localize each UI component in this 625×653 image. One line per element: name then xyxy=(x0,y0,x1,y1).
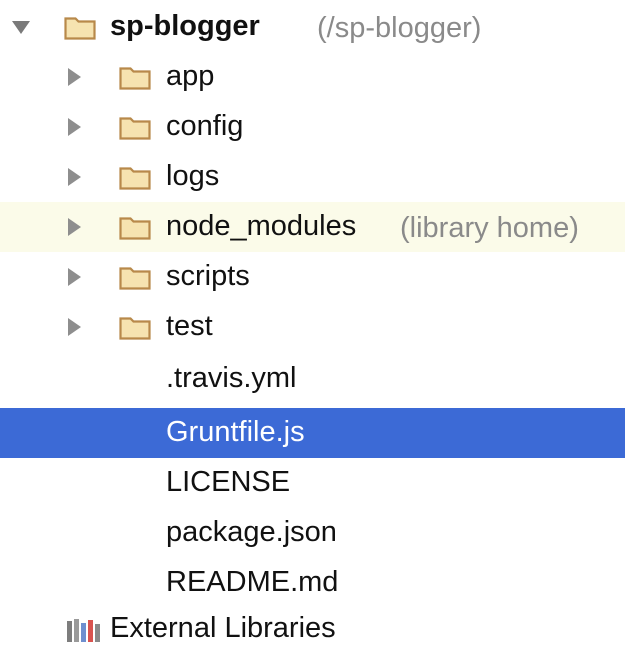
project-tree: sp-blogger (/sp-blogger) app config logs… xyxy=(0,0,625,653)
library-home-hint: (library home) xyxy=(400,212,579,244)
file-label: LICENSE xyxy=(166,466,291,498)
library-icon xyxy=(67,619,100,642)
file-label: package.json xyxy=(166,516,337,548)
tree-row-file-travis[interactable]: .travis.yml xyxy=(0,354,625,404)
folder-label: scripts xyxy=(166,260,250,292)
folder-label: app xyxy=(166,60,215,92)
tree-row-folder-test[interactable]: test xyxy=(0,302,625,352)
tree-row-folder-app[interactable]: app xyxy=(0,52,625,102)
tree-row-folder-config[interactable]: config xyxy=(0,102,625,152)
folder-icon xyxy=(119,67,151,90)
chevron-right-icon[interactable] xyxy=(68,268,81,286)
project-path-hint: (/sp-blogger) xyxy=(317,12,482,44)
folder-icon xyxy=(119,267,151,290)
chevron-down-icon[interactable] xyxy=(12,21,30,34)
tree-row-file-license[interactable]: LICENSE xyxy=(0,458,625,508)
tree-row-external-libraries[interactable]: External Libraries xyxy=(0,604,625,653)
file-label: README.md xyxy=(166,566,339,598)
file-label: Gruntfile.js xyxy=(166,416,305,448)
tree-row-folder-scripts[interactable]: scripts xyxy=(0,252,625,302)
tree-row-file-readme[interactable]: README.md xyxy=(0,558,625,608)
tree-row-project-root[interactable]: sp-blogger (/sp-blogger) xyxy=(0,2,625,52)
chevron-right-icon[interactable] xyxy=(68,68,81,86)
folder-label: logs xyxy=(166,160,220,192)
folder-icon xyxy=(119,317,151,340)
project-name: sp-blogger xyxy=(110,10,260,42)
folder-label: test xyxy=(166,310,213,342)
folder-label: node_modules xyxy=(166,210,357,242)
external-libraries-label: External Libraries xyxy=(110,612,336,644)
chevron-right-icon[interactable] xyxy=(68,318,81,336)
tree-row-folder-node-modules[interactable]: node_modules (library home) xyxy=(0,202,625,252)
chevron-right-icon[interactable] xyxy=(68,218,81,236)
folder-icon xyxy=(119,217,151,240)
file-label: .travis.yml xyxy=(166,362,297,394)
tree-row-file-gruntfile[interactable]: Gruntfile.js xyxy=(0,408,625,458)
tree-row-folder-logs[interactable]: logs xyxy=(0,152,625,202)
chevron-right-icon[interactable] xyxy=(68,118,81,136)
folder-icon xyxy=(64,17,96,40)
folder-label: config xyxy=(166,110,244,142)
chevron-right-icon[interactable] xyxy=(68,168,81,186)
folder-icon xyxy=(119,167,151,190)
tree-row-file-package-json[interactable]: package.json xyxy=(0,508,625,558)
folder-icon xyxy=(119,117,151,140)
